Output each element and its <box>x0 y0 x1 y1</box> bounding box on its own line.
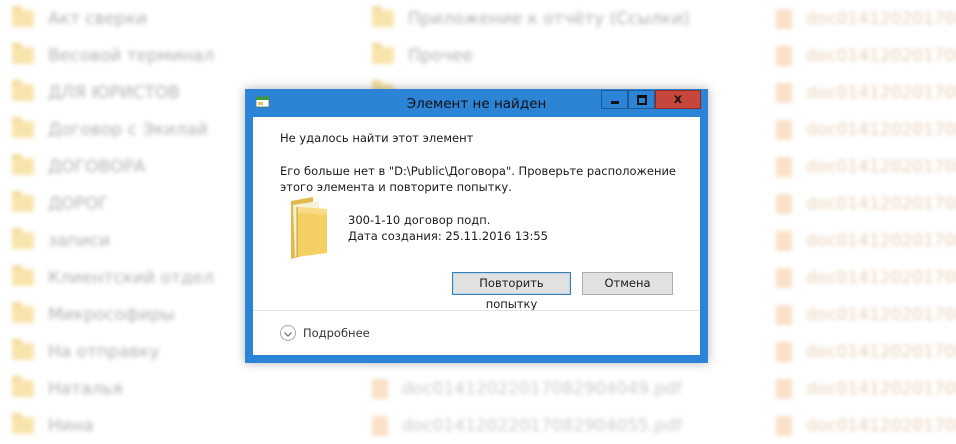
list-item: Прочее <box>372 37 690 74</box>
list-item: Приложение к отчёту (Ссылки) <box>372 0 690 37</box>
message-title: Не удалось найти этот элемент <box>280 131 474 145</box>
pdf-file-icon <box>776 119 792 140</box>
item-not-found-dialog: Элемент не найден x Не удалось найти это… <box>245 89 708 363</box>
pdf-file-icon <box>776 230 792 251</box>
pdf-file-icon <box>776 193 792 214</box>
chevron-down-glyph <box>284 332 292 337</box>
folder-icon <box>12 117 34 138</box>
maximize-button[interactable] <box>628 90 655 109</box>
list-item: записи <box>12 222 214 259</box>
pdf-file-icon <box>776 304 792 325</box>
pdf-file-icon <box>776 45 792 66</box>
file-name: 300-1-10 договор подп. <box>348 213 491 227</box>
list-item: Клиентский отдел <box>12 259 214 296</box>
dialog-titlebar[interactable]: Элемент не найден x <box>245 89 708 117</box>
list-item: doc014120201708 <box>776 185 956 222</box>
pdf-file-icon <box>776 8 792 29</box>
list-item: doc014120201708 <box>776 37 956 74</box>
folder-icon <box>12 154 34 175</box>
list-item: ДОГОВОРА <box>12 148 214 185</box>
pdf-file-icon <box>776 156 792 177</box>
folder-icon <box>291 197 327 259</box>
list-item: Нина <box>12 407 214 444</box>
folder-icon <box>12 6 34 27</box>
list-item: doc014120201708 <box>776 74 956 111</box>
dialog-content: Не удалось найти этот элемент Его больше… <box>253 117 700 355</box>
list-item: Весовой терминал <box>12 37 214 74</box>
folder-icon <box>12 43 34 64</box>
pdf-file-icon <box>776 267 792 288</box>
folder-icon <box>12 228 34 249</box>
pdf-file-icon <box>372 378 388 399</box>
folder-icon <box>12 302 34 323</box>
list-item: doc01412022017082904049.pdf <box>372 370 690 407</box>
pdf-file-icon <box>776 341 792 362</box>
folder-icon <box>12 413 34 434</box>
list-item: ДОРОГ <box>12 185 214 222</box>
list-item: Договор с Экилай <box>12 111 214 148</box>
folder-icon <box>12 80 34 101</box>
list-item: doc014120201708 <box>776 148 956 185</box>
list-item: doc014120201708 <box>776 222 956 259</box>
close-icon: x <box>673 92 683 107</box>
footer-divider <box>253 310 700 311</box>
list-item: Наталья <box>12 370 214 407</box>
list-item: ДЛЯ ЮРИСТОВ <box>12 74 214 111</box>
folder-icon <box>12 265 34 286</box>
list-item: Микрософиры <box>12 296 214 333</box>
file-created-date: Дата создания: 25.11.2016 13:55 <box>348 229 548 243</box>
details-toggle[interactable]: Подробнее <box>303 326 370 340</box>
list-item: doc014120201708 <box>776 259 956 296</box>
folder-icon <box>12 376 34 397</box>
background-column-folders: Акт сверки Весовой терминал ДЛЯ ЮРИСТОВ … <box>12 0 214 444</box>
list-item: Акт сверки <box>12 0 214 37</box>
list-item: doc014120201708 <box>776 0 956 37</box>
pdf-file-icon <box>776 415 792 436</box>
list-item: На отправку <box>12 333 214 370</box>
cancel-button[interactable]: Отмена <box>582 272 673 295</box>
folder-icon <box>372 6 394 27</box>
pdf-file-icon <box>372 415 388 436</box>
pdf-file-icon <box>776 378 792 399</box>
list-item: doc014120201708 <box>776 333 956 370</box>
background-column-files: doc014120201708 doc014120201708 doc01412… <box>776 0 956 444</box>
list-item: doc014120201708 <box>776 407 956 444</box>
close-button[interactable]: x <box>655 90 701 109</box>
message-body: Его больше нет в "D:\Public\Договора". П… <box>280 164 677 194</box>
folder-icon <box>372 43 394 64</box>
retry-button[interactable]: Повторить попытку <box>452 272 571 311</box>
list-item: doc014120201708 <box>776 370 956 407</box>
folder-icon <box>12 339 34 360</box>
folder-icon <box>12 191 34 212</box>
chevron-down-icon[interactable] <box>280 325 296 341</box>
list-item: doc014120201708 <box>776 111 956 148</box>
list-item: doc014120201708 <box>776 296 956 333</box>
pdf-file-icon <box>776 82 792 103</box>
list-item: doc01412022017082904055.pdf <box>372 407 690 444</box>
minimize-button[interactable] <box>601 90 628 109</box>
